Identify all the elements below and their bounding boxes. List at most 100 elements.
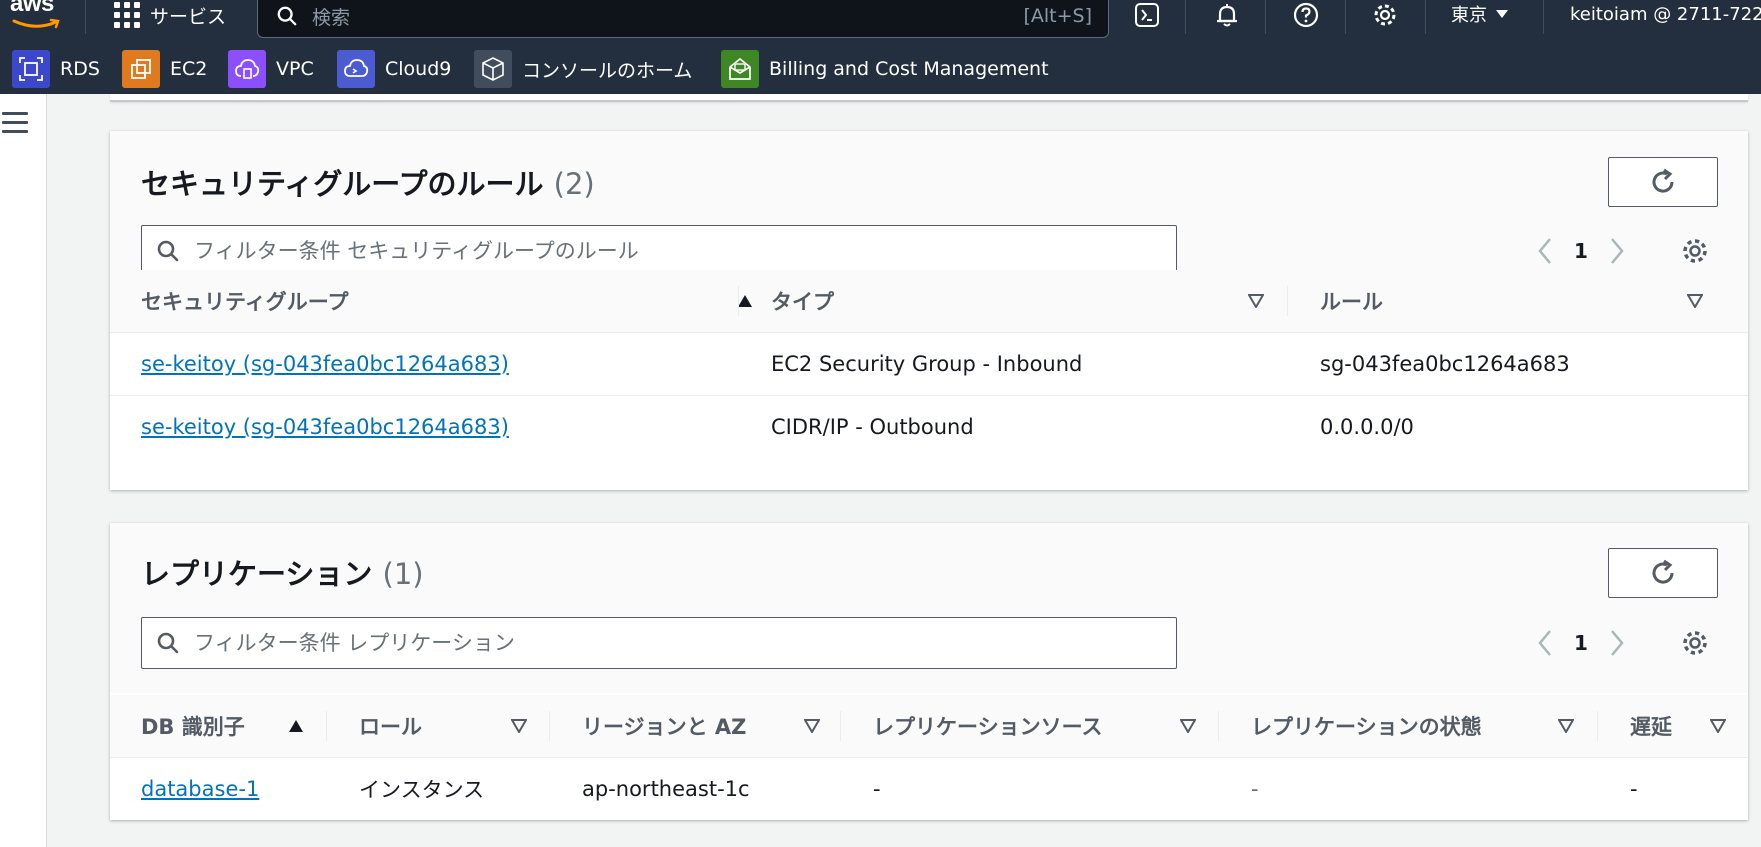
sort-icon[interactable] xyxy=(804,719,820,733)
favorite-console-home[interactable]: コンソールのホーム xyxy=(474,50,692,88)
settings-icon[interactable] xyxy=(1370,0,1400,30)
bell-icon[interactable] xyxy=(1212,0,1242,30)
account-menu[interactable]: keitoiam @ 2711-722 xyxy=(1570,0,1761,28)
refresh-button[interactable] xyxy=(1608,548,1718,598)
type-cell: EC2 Security Group - Inbound xyxy=(771,352,1083,376)
preferences-gear-icon[interactable] xyxy=(1679,627,1711,659)
cloudshell-icon[interactable] xyxy=(1132,0,1162,30)
sort-ascending-icon[interactable] xyxy=(737,294,753,308)
column-header[interactable]: タイプ xyxy=(771,270,1271,332)
replication-source-cell: - xyxy=(873,777,881,801)
search-icon xyxy=(157,632,179,654)
aws-smile-icon xyxy=(12,18,60,29)
column-divider[interactable] xyxy=(1597,711,1598,741)
column-header[interactable]: レプリケーションの状態 xyxy=(1251,695,1574,757)
next-page-button[interactable] xyxy=(1601,235,1633,267)
role-cell: インスタンス xyxy=(359,778,485,802)
caret-down-icon xyxy=(1496,10,1508,18)
column-divider[interactable] xyxy=(326,711,327,741)
favorite-billing[interactable]: Billing and Cost Management xyxy=(721,50,1049,88)
divider xyxy=(1265,0,1266,34)
favorite-cloud9[interactable]: Cloud9 xyxy=(337,50,451,88)
sort-icon[interactable] xyxy=(511,719,527,733)
column-header[interactable]: ルール xyxy=(1320,270,1720,332)
divider xyxy=(1425,0,1426,34)
favorite-rds[interactable]: RDS xyxy=(12,50,100,88)
table-header: セキュリティグループ タイプ ルール xyxy=(110,270,1748,333)
region-selector[interactable]: 東京 xyxy=(1451,0,1509,28)
column-divider[interactable] xyxy=(738,286,739,316)
divider xyxy=(1185,0,1186,34)
security-group-link[interactable]: se-keitoy (sg-043fea0bc1264a683) xyxy=(141,396,509,458)
divider xyxy=(1543,0,1544,34)
column-divider[interactable] xyxy=(1287,286,1288,316)
preferences-gear-icon[interactable] xyxy=(1679,235,1711,267)
column-header[interactable]: DB 識別子 xyxy=(141,695,321,757)
replication-status-cell: - xyxy=(1251,777,1259,801)
global-search[interactable]: 検索 [Alt+S] xyxy=(257,0,1109,38)
column-header[interactable]: ロール xyxy=(359,695,549,757)
column-divider[interactable] xyxy=(840,711,841,741)
table-row: database-1 インスタンス ap-northeast-1c - - - xyxy=(110,758,1748,820)
favorites-bar: RDS EC2 VPC Cloud9 コンソールのホーム Billing and… xyxy=(0,38,1761,94)
aws-logo[interactable]: aws xyxy=(10,0,68,32)
column-header[interactable]: セキュリティグループ xyxy=(141,270,752,332)
divider xyxy=(1345,0,1346,34)
panel-title: セキュリティグループのルール (2) xyxy=(141,167,595,201)
type-cell: CIDR/IP - Outbound xyxy=(771,415,974,439)
page-number[interactable]: 1 xyxy=(1561,239,1601,263)
billing-icon xyxy=(721,50,759,88)
sort-icon[interactable] xyxy=(1180,719,1196,733)
table-header: DB 識別子 ロール リージョンと AZ レプリケーションソース レプリケーショ… xyxy=(110,695,1748,758)
security-group-rules-panel: セキュリティグループのルール (2) 1 セキュリティグループ タイプ ルール … xyxy=(110,131,1748,490)
table-row: se-keitoy (sg-043fea0bc1264a683) EC2 Sec… xyxy=(110,333,1748,396)
cloud9-icon xyxy=(337,50,375,88)
column-header[interactable]: リージョンと AZ xyxy=(582,695,842,757)
filter-input[interactable] xyxy=(192,238,1156,264)
refresh-icon xyxy=(1652,168,1674,193)
column-divider[interactable] xyxy=(549,711,550,741)
column-divider[interactable] xyxy=(1218,711,1219,741)
rule-cell: 0.0.0.0/0 xyxy=(1320,415,1414,439)
vpc-icon xyxy=(228,50,266,88)
search-input[interactable]: 検索 xyxy=(312,3,1023,30)
filter-field[interactable] xyxy=(141,617,1177,669)
menu-icon[interactable] xyxy=(2,112,28,139)
search-icon xyxy=(277,6,297,26)
previous-panel-edge xyxy=(110,94,1748,102)
favorite-vpc[interactable]: VPC xyxy=(228,50,314,88)
sort-icon[interactable] xyxy=(1687,294,1703,308)
prev-page-button[interactable] xyxy=(1529,235,1561,267)
replication-panel: レプリケーション (1) 1 DB 識別子 ロール リージョンと AZ xyxy=(110,523,1748,820)
column-header[interactable]: 遅延 xyxy=(1630,695,1730,757)
chevron-right-icon xyxy=(1611,238,1624,264)
next-page-button[interactable] xyxy=(1601,627,1633,659)
divider xyxy=(85,0,86,34)
pagination: 1 xyxy=(1529,235,1633,267)
refresh-icon xyxy=(1652,559,1674,584)
page-number[interactable]: 1 xyxy=(1561,631,1601,655)
table-row: se-keitoy (sg-043fea0bc1264a683) CIDR/IP… xyxy=(110,396,1748,458)
security-group-link[interactable]: se-keitoy (sg-043fea0bc1264a683) xyxy=(141,333,509,395)
cube-icon xyxy=(474,50,512,88)
sort-icon[interactable] xyxy=(1558,719,1574,733)
top-navigation: aws サービス 検索 [Alt+S] 東京 keitoiam @ 2711-7… xyxy=(0,0,1761,38)
filter-input[interactable] xyxy=(192,630,1156,656)
search-shortcut: [Alt+S] xyxy=(1023,5,1092,27)
count-badge: (2) xyxy=(553,167,595,201)
prev-page-button[interactable] xyxy=(1529,627,1561,659)
sort-icon[interactable] xyxy=(1710,719,1726,733)
column-header[interactable]: レプリケーションソース xyxy=(873,695,1203,757)
help-icon[interactable] xyxy=(1291,0,1321,30)
refresh-button[interactable] xyxy=(1608,157,1718,207)
chevron-left-icon xyxy=(1538,238,1551,264)
sort-ascending-icon[interactable] xyxy=(288,719,304,733)
ec2-icon xyxy=(122,50,160,88)
count-badge: (1) xyxy=(382,557,424,591)
sort-icon[interactable] xyxy=(1248,294,1264,308)
services-button[interactable]: サービス xyxy=(114,0,226,30)
favorite-ec2[interactable]: EC2 xyxy=(122,50,207,88)
search-icon xyxy=(157,240,179,262)
db-identifier-link[interactable]: database-1 xyxy=(141,758,259,820)
side-navigation-rail xyxy=(0,94,47,847)
